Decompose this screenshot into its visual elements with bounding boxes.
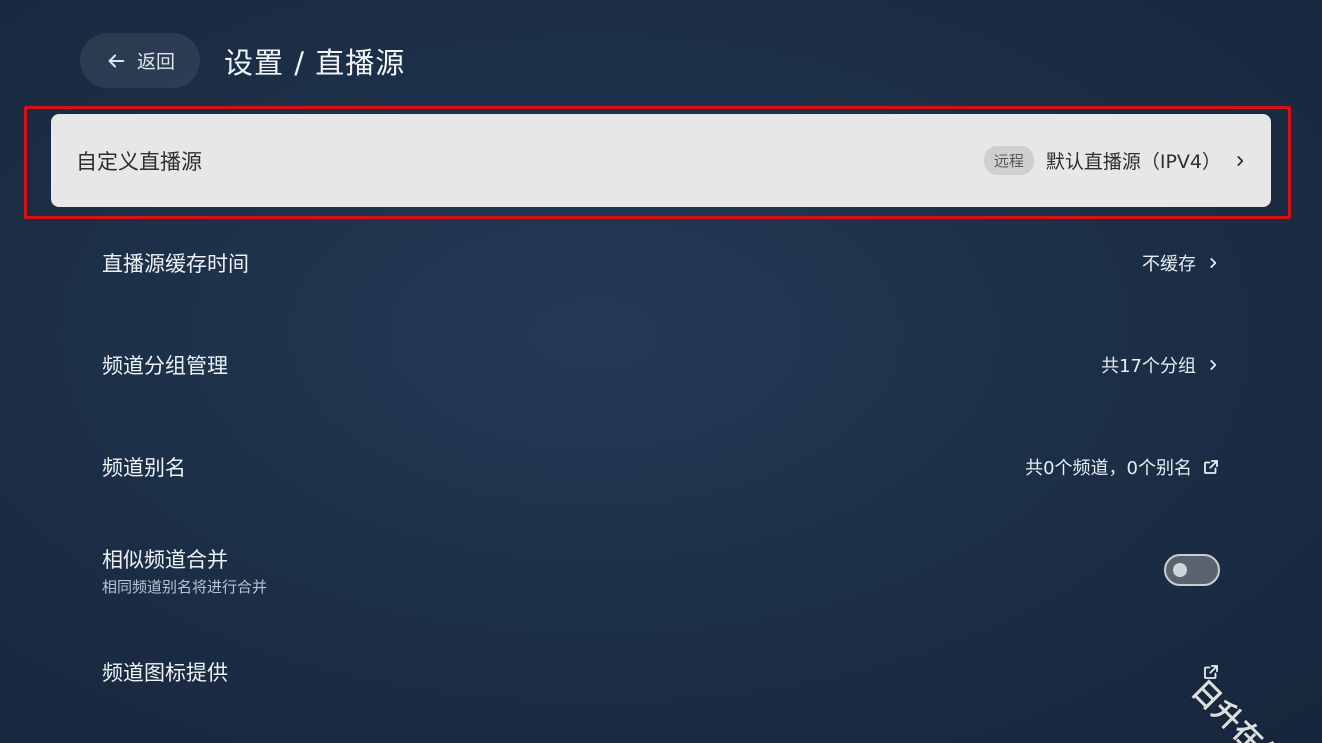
row-value-group: 共17个分组 [1101, 352, 1220, 378]
row-value: 共17个分组 [1101, 356, 1196, 377]
row-label-stack: 相似频道合并 相同频道别名将进行合并 [102, 544, 267, 597]
chevron-right-icon [1210, 258, 1217, 268]
page-title: 设置 / 直播源 [224, 45, 406, 80]
row-value-group: 不缓存 [1142, 250, 1220, 276]
toggle-knob [1173, 563, 1187, 577]
back-label: 返回 [136, 51, 175, 73]
row-channel-groups[interactable]: 频道分组管理 共17个分组 [102, 335, 1220, 395]
row-value: 默认直播源（IPV4） [1045, 151, 1221, 173]
row-label: 相似频道合并 [102, 547, 228, 572]
watermark: 日升在线 [1185, 673, 1291, 743]
external-link-icon [1204, 460, 1218, 474]
row-label: 频道别名 [102, 456, 186, 480]
arrow-left-icon [108, 53, 125, 68]
chevron-right-icon [1210, 360, 1217, 370]
row-value-group: 共0个频道，0个别名 [1025, 454, 1220, 480]
row-sublabel: 相同频道别名将进行合并 [102, 577, 268, 596]
row-value-group: 远程 默认直播源（IPV4） [983, 146, 1247, 175]
row-label: 频道图标提供 [102, 661, 228, 685]
merge-toggle[interactable] [1164, 554, 1220, 586]
chevron-right-icon [1237, 155, 1244, 166]
row-value: 不缓存 [1142, 254, 1196, 275]
row-channel-alias[interactable]: 频道别名 共0个频道，0个别名 [102, 437, 1220, 497]
row-value: 共0个频道，0个别名 [1025, 458, 1192, 479]
row-label: 自定义直播源 [76, 149, 202, 174]
remote-tag: 远程 [983, 146, 1034, 175]
row-cache-time[interactable]: 直播源缓存时间 不缓存 [102, 233, 1220, 293]
row-label: 直播源缓存时间 [102, 252, 249, 276]
back-button[interactable]: 返回 [80, 33, 200, 88]
row-label: 频道分组管理 [102, 354, 228, 378]
row-custom-live-source[interactable]: 自定义直播源 远程 默认直播源（IPV4） [51, 114, 1271, 207]
row-similar-channel-merge[interactable]: 相似频道合并 相同频道别名将进行合并 [102, 540, 1220, 600]
header: 返回 设置 / 直播源 [80, 33, 405, 88]
row-channel-logo-provider[interactable]: 频道图标提供 [102, 642, 1220, 702]
